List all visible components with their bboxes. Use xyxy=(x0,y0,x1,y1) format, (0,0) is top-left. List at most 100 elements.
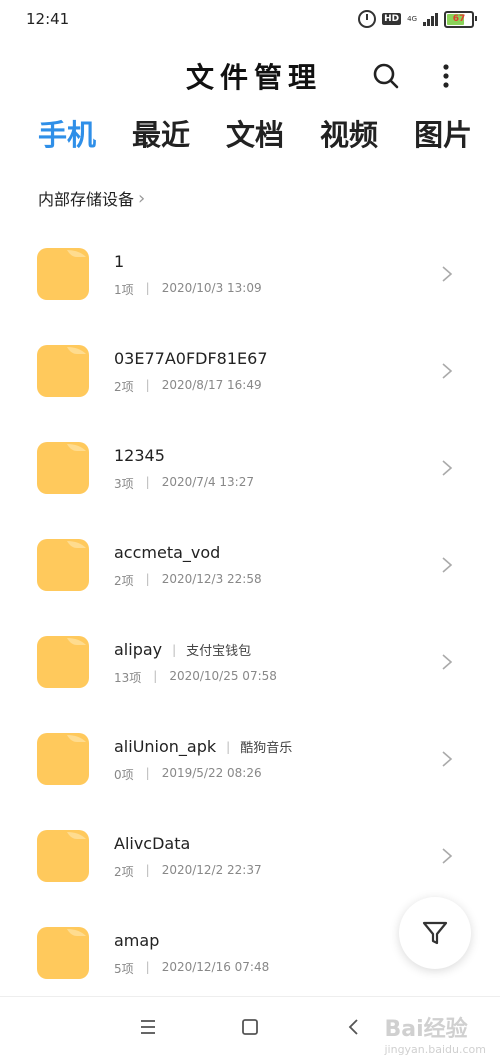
modified-date: 2020/8/17 16:49 xyxy=(161,378,262,392)
meta-separator: | xyxy=(153,669,158,683)
folder-icon xyxy=(37,345,89,397)
item-count: 3项 xyxy=(114,477,134,491)
category-tabs: 手机 最近 文档 视频 图片 xyxy=(38,112,500,158)
tab-images[interactable]: 图片 xyxy=(414,112,472,154)
signal-icon xyxy=(423,12,438,26)
file-row[interactable]: AlivcData 2项 | 2020/12/2 22:37 xyxy=(0,808,500,905)
file-name: accmeta_vod xyxy=(114,543,221,562)
chevron-right-icon xyxy=(442,654,453,670)
modified-date: 2020/12/16 07:48 xyxy=(161,960,270,974)
file-name-line: AlivcData xyxy=(114,834,190,853)
file-name: amap xyxy=(114,931,160,950)
meta-separator: | xyxy=(145,766,150,780)
item-count: 1项 xyxy=(114,283,134,297)
meta-separator: | xyxy=(145,572,150,586)
modified-date: 2020/10/3 13:09 xyxy=(161,281,262,295)
tab-phone[interactable]: 手机 xyxy=(38,112,96,154)
file-alias: 酷狗音乐 xyxy=(240,741,293,756)
meta-separator: | xyxy=(145,475,150,489)
meta-separator: | xyxy=(145,281,150,295)
folder-icon xyxy=(37,830,89,882)
file-name-line: alipay | 支付宝钱包 xyxy=(114,640,251,659)
watermark-brand: Bai xyxy=(384,1017,424,1042)
file-meta: 2项 | 2020/12/2 22:37 xyxy=(114,863,262,880)
watermark-site: jingyan.baidu.com xyxy=(384,1043,486,1056)
menu-nav-button[interactable] xyxy=(136,1015,160,1039)
chevron-right-icon xyxy=(442,363,453,379)
battery-icon: 67 xyxy=(444,10,477,28)
file-meta: 2项 | 2020/12/3 22:58 xyxy=(114,572,262,589)
item-count: 2项 xyxy=(114,574,134,588)
back-nav-button[interactable] xyxy=(342,1015,366,1039)
chevron-right-icon: › xyxy=(138,187,146,209)
search-button[interactable] xyxy=(370,60,402,92)
breadcrumb[interactable]: 内部存储设备 › xyxy=(38,186,145,210)
system-nav-bar: Bai经验 jingyan.baidu.com xyxy=(0,996,500,1058)
file-name: AlivcData xyxy=(114,834,191,853)
file-row[interactable]: aliUnion_apk | 酷狗音乐 0项 | 2019/5/22 08:26 xyxy=(0,711,500,808)
file-meta: 3项 | 2020/7/4 13:27 xyxy=(114,475,254,492)
item-count: 13项 xyxy=(114,671,142,685)
status-time: 12:41 xyxy=(26,10,70,28)
meta-separator: | xyxy=(145,378,150,392)
item-count: 2项 xyxy=(114,865,134,879)
file-meta: 5项 | 2020/12/16 07:48 xyxy=(114,960,269,977)
file-name-line: amap xyxy=(114,931,159,950)
file-row[interactable]: accmeta_vod 2项 | 2020/12/3 22:58 xyxy=(0,517,500,614)
file-name: alipay xyxy=(114,640,163,659)
filter-button[interactable] xyxy=(399,897,471,969)
file-name: aliUnion_apk xyxy=(114,737,217,756)
modified-date: 2020/10/25 07:58 xyxy=(169,669,277,683)
filter-icon xyxy=(422,921,448,945)
modified-date: 2019/5/22 08:26 xyxy=(161,766,262,780)
back-icon xyxy=(348,1019,358,1035)
file-row[interactable]: 12345 3项 | 2020/7/4 13:27 xyxy=(0,420,500,517)
name-separator: | xyxy=(226,739,231,754)
watermark: Bai经验 jingyan.baidu.com xyxy=(384,1011,486,1056)
file-meta: 2项 | 2020/8/17 16:49 xyxy=(114,378,262,395)
file-name-line: 12345 xyxy=(114,446,165,465)
menu-icon xyxy=(141,1020,155,1034)
file-row[interactable]: 03E77A0FDF81E67 2项 | 2020/8/17 16:49 xyxy=(0,323,500,420)
tab-recent[interactable]: 最近 xyxy=(132,112,190,154)
status-bar: 12:41 HD 4G 67 xyxy=(0,0,500,38)
hd-badge: HD xyxy=(382,13,402,25)
status-icons: HD 4G 67 xyxy=(358,10,477,28)
file-name-line: 1 xyxy=(114,252,124,271)
folder-icon xyxy=(37,248,89,300)
modified-date: 2020/7/4 13:27 xyxy=(161,475,254,489)
folder-icon xyxy=(37,636,89,688)
more-options-button[interactable] xyxy=(436,60,456,92)
chevron-right-icon xyxy=(442,460,453,476)
battery-level: 67 xyxy=(452,14,466,24)
file-name: 12345 xyxy=(114,446,165,465)
page-title: 文件管理 xyxy=(186,61,323,94)
chevron-right-icon xyxy=(442,557,453,573)
folder-icon xyxy=(37,442,89,494)
file-name-line: 03E77A0FDF81E67 xyxy=(114,349,268,368)
chevron-right-icon xyxy=(442,266,453,282)
home-square-icon xyxy=(242,1019,258,1035)
chevron-right-icon xyxy=(442,751,453,767)
search-icon xyxy=(373,63,399,89)
network-type: 4G xyxy=(407,14,417,23)
watermark-suffix: 经验 xyxy=(423,1017,468,1042)
tab-videos[interactable]: 视频 xyxy=(320,112,378,154)
modified-date: 2020/12/2 22:37 xyxy=(161,863,262,877)
file-name: 03E77A0FDF81E67 xyxy=(114,349,268,368)
file-name-line: aliUnion_apk | 酷狗音乐 xyxy=(114,737,292,756)
file-list: 1 1项 | 2020/10/3 13:09 03E77A0FDF81E67 2… xyxy=(0,226,500,1002)
file-name-line: accmeta_vod xyxy=(114,543,220,562)
name-separator: | xyxy=(172,642,177,657)
file-row[interactable]: alipay | 支付宝钱包 13项 | 2020/10/25 07:58 xyxy=(0,614,500,711)
home-nav-button[interactable] xyxy=(238,1015,262,1039)
breadcrumb-label: 内部存储设备 xyxy=(38,190,135,209)
tab-documents[interactable]: 文档 xyxy=(226,112,284,154)
meta-separator: | xyxy=(145,863,150,877)
item-count: 0项 xyxy=(114,768,134,782)
app-header: 文件管理 xyxy=(0,50,500,100)
more-vertical-icon xyxy=(443,64,449,88)
file-row[interactable]: 1 1项 | 2020/10/3 13:09 xyxy=(0,226,500,323)
chevron-right-icon xyxy=(442,848,453,864)
file-meta: 1项 | 2020/10/3 13:09 xyxy=(114,281,262,298)
